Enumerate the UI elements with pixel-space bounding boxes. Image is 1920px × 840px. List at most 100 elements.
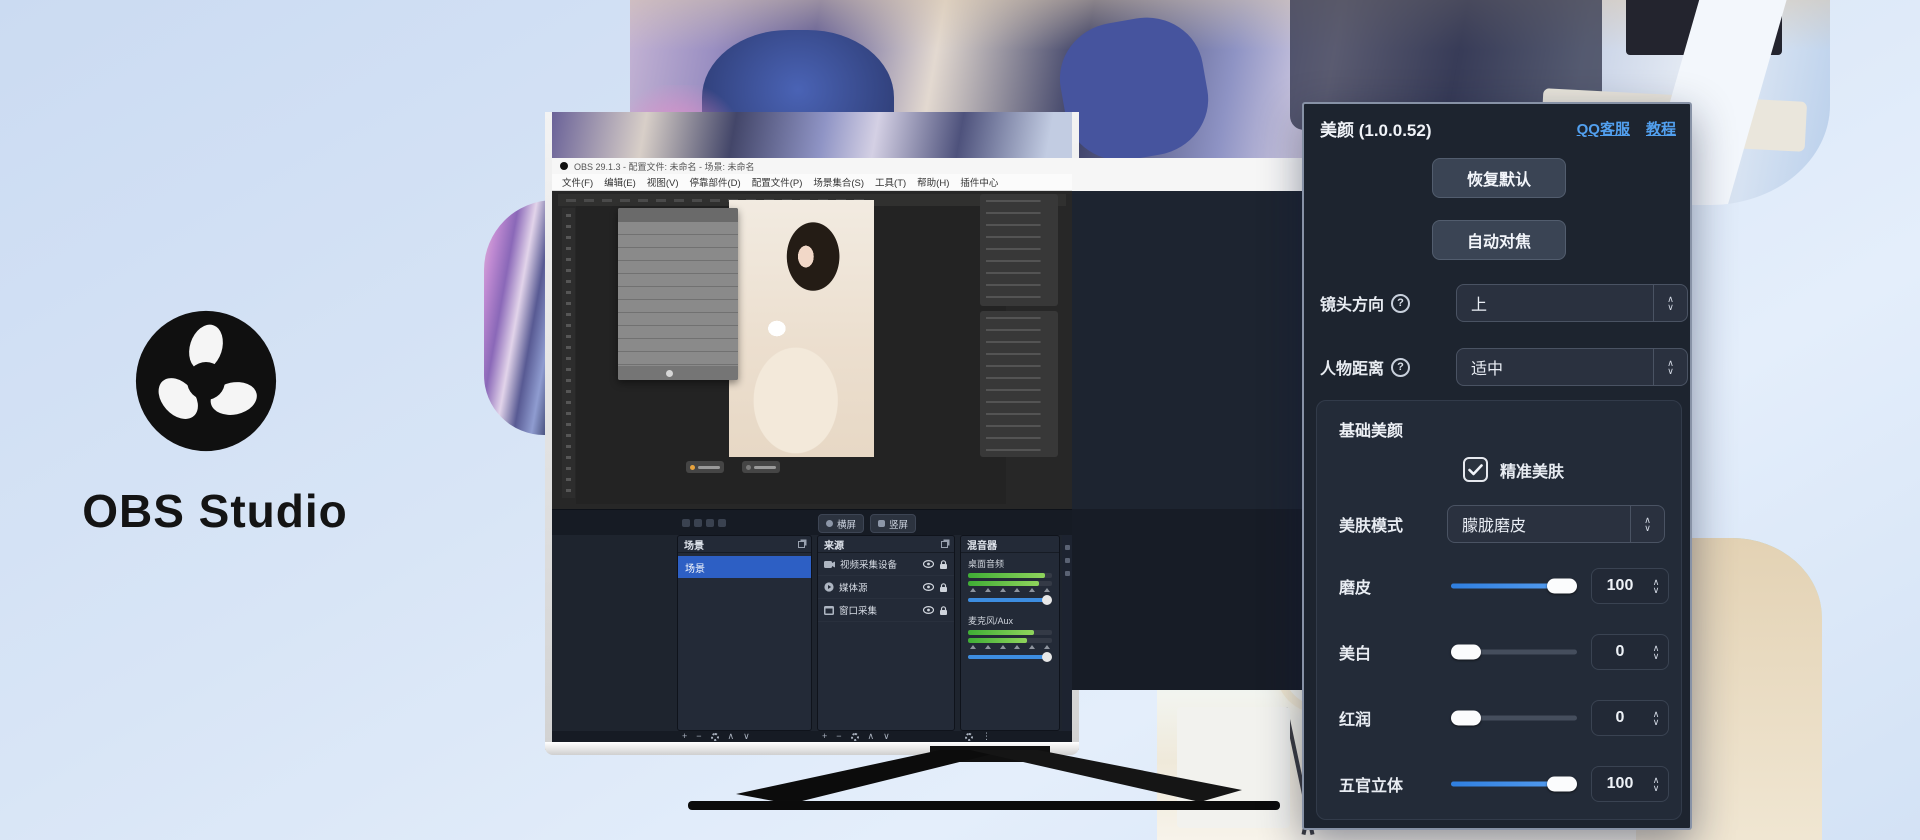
smoothing-slider[interactable] bbox=[1451, 584, 1577, 589]
canvas-tab[interactable] bbox=[742, 461, 780, 473]
move-up-icon[interactable]: ∧ bbox=[868, 731, 875, 742]
tab-landscape[interactable]: 横屏 bbox=[818, 514, 864, 533]
face-definition-slider[interactable] bbox=[1451, 782, 1577, 787]
source-row[interactable]: 媒体源 bbox=[818, 576, 954, 599]
panel-header bbox=[618, 208, 738, 222]
slider-handle[interactable] bbox=[1451, 645, 1481, 660]
obs-bottom-toolbar: + − ∧ ∨ + − ∧ ∨ ⋮ bbox=[552, 731, 1072, 742]
scene-item-selected[interactable]: 场景 bbox=[678, 556, 811, 578]
help-icon[interactable]: ? bbox=[1391, 294, 1410, 313]
dock-icon[interactable] bbox=[706, 519, 714, 527]
scenes-header: 场景 bbox=[678, 536, 811, 553]
help-icon[interactable]: ? bbox=[1391, 358, 1410, 377]
spinner-down-icon[interactable]: ∨ bbox=[1653, 718, 1660, 726]
skin-mode-select[interactable]: 朦胧磨皮 ∧ ∨ bbox=[1447, 505, 1665, 543]
spinner-down-icon[interactable]: ∨ bbox=[1644, 524, 1651, 532]
menu-plugin-center[interactable]: 插件中心 bbox=[960, 175, 998, 189]
lock-icon[interactable] bbox=[939, 606, 948, 615]
spinner-down-icon[interactable]: ∨ bbox=[1653, 652, 1660, 660]
desktop-wallpaper bbox=[552, 112, 1072, 160]
move-up-icon[interactable]: ∧ bbox=[728, 731, 735, 742]
smoothing-spinbox[interactable]: 100 ∧∨ bbox=[1591, 568, 1669, 604]
more-icon[interactable]: ⋮ bbox=[982, 731, 991, 742]
whitening-slider[interactable] bbox=[1451, 650, 1577, 655]
eye-icon[interactable] bbox=[923, 583, 934, 591]
collapsed-dock-strip[interactable] bbox=[1062, 535, 1072, 731]
obs-dock-extension bbox=[1072, 509, 1302, 690]
subject-distance-select[interactable]: 适中 ∧ ∨ bbox=[1456, 348, 1688, 386]
beauty-plugin-panel: 美颜 (1.0.0.52) QQ客服 教程 恢复默认 自动对焦 镜头方向 ? 上… bbox=[1302, 102, 1692, 830]
landscape-icon bbox=[826, 520, 833, 527]
spinner-down-icon[interactable]: ∨ bbox=[1653, 784, 1660, 792]
duplicate-icon[interactable] bbox=[941, 541, 948, 548]
volume-slider[interactable] bbox=[968, 598, 1052, 602]
sources-toolbar: + − ∧ ∨ bbox=[822, 731, 890, 742]
basic-beauty-section: 基础美颜 精准美肤 美肤模式 朦胧磨皮 ∧ ∨ 磨皮 bbox=[1316, 400, 1682, 820]
obs-window-extension bbox=[1072, 158, 1302, 690]
mixer-channel: 麦克风/Aux bbox=[961, 614, 1059, 659]
duplicate-icon[interactable] bbox=[798, 541, 805, 548]
source-row[interactable]: 窗口采集 bbox=[818, 599, 954, 622]
lock-icon[interactable] bbox=[939, 583, 948, 592]
menu-file[interactable]: 文件(F) bbox=[562, 175, 593, 189]
source-row[interactable]: 视频采集设备 bbox=[818, 553, 954, 576]
menu-help[interactable]: 帮助(H) bbox=[917, 175, 949, 189]
menu-scene-collection[interactable]: 场景集合(S) bbox=[813, 175, 864, 189]
menu-profile[interactable]: 配置文件(P) bbox=[752, 175, 803, 189]
slider-handle[interactable] bbox=[1451, 711, 1481, 726]
canvas-tab[interactable] bbox=[686, 461, 724, 473]
qq-support-link[interactable]: QQ客服 bbox=[1577, 118, 1630, 139]
volume-knob[interactable] bbox=[1042, 595, 1052, 605]
obs-titlebar[interactable]: OBS 29.1.3 - 配置文件: 未命名 - 场景: 未命名 bbox=[552, 158, 1072, 174]
spinner-down-icon[interactable]: ∨ bbox=[1667, 303, 1674, 311]
rosy-spinbox[interactable]: 0 ∧∨ bbox=[1591, 700, 1669, 736]
restore-defaults-button[interactable]: 恢复默认 bbox=[1432, 158, 1566, 198]
meter-ticks bbox=[970, 645, 1050, 649]
gear-icon[interactable] bbox=[965, 733, 973, 741]
basic-beauty-title: 基础美颜 bbox=[1339, 417, 1403, 441]
whitening-spinbox[interactable]: 0 ∧∨ bbox=[1591, 634, 1669, 670]
precise-skin-checkbox[interactable] bbox=[1463, 457, 1488, 482]
spinner-down-icon[interactable]: ∨ bbox=[1667, 367, 1674, 375]
volume-slider[interactable] bbox=[968, 655, 1052, 659]
camera-direction-select[interactable]: 上 ∧ ∨ bbox=[1456, 284, 1688, 322]
portrait-photo bbox=[729, 200, 874, 457]
gear-icon[interactable] bbox=[711, 733, 719, 741]
eye-icon[interactable] bbox=[923, 560, 934, 568]
menu-edit[interactable]: 编辑(E) bbox=[604, 175, 636, 189]
rosy-slider[interactable] bbox=[1451, 716, 1577, 721]
face-definition-row: 五官立体 100 ∧∨ bbox=[1317, 765, 1683, 803]
obs-preview-area[interactable] bbox=[552, 191, 1072, 509]
volume-knob[interactable] bbox=[1042, 652, 1052, 662]
dock-icon[interactable] bbox=[682, 519, 690, 527]
face-definition-spinbox[interactable]: 100 ∧∨ bbox=[1591, 766, 1669, 802]
autofocus-button[interactable]: 自动对焦 bbox=[1432, 220, 1566, 260]
tab-portrait[interactable]: 竖屏 bbox=[870, 514, 916, 533]
slider-handle[interactable] bbox=[1547, 579, 1577, 594]
slider-handle[interactable] bbox=[1547, 777, 1577, 792]
smoothing-row: 磨皮 100 ∧∨ bbox=[1317, 567, 1683, 605]
dock-icon[interactable] bbox=[694, 519, 702, 527]
dock-icon[interactable] bbox=[718, 519, 726, 527]
remove-icon[interactable]: − bbox=[696, 731, 701, 742]
move-down-icon[interactable]: ∨ bbox=[883, 731, 890, 742]
mixer-header: 混音器 bbox=[961, 536, 1059, 553]
gear-icon[interactable] bbox=[851, 733, 859, 741]
lock-icon[interactable] bbox=[939, 560, 948, 569]
spinner-down-icon[interactable]: ∨ bbox=[1653, 586, 1660, 594]
remove-icon[interactable]: − bbox=[836, 731, 841, 742]
tutorial-link[interactable]: 教程 bbox=[1646, 118, 1676, 139]
obs-logo bbox=[133, 308, 279, 454]
portrait-icon bbox=[878, 520, 885, 527]
mixer-toolbar: ⋮ bbox=[965, 731, 991, 742]
add-icon[interactable]: + bbox=[822, 731, 827, 742]
menu-view[interactable]: 视图(V) bbox=[647, 175, 679, 189]
monitor-stand bbox=[640, 746, 1320, 821]
move-down-icon[interactable]: ∨ bbox=[743, 731, 750, 742]
obs-titlebar-logo-icon bbox=[560, 162, 568, 170]
menu-docks[interactable]: 停靠部件(D) bbox=[689, 175, 740, 189]
eye-icon[interactable] bbox=[923, 606, 934, 614]
add-icon[interactable]: + bbox=[682, 731, 687, 742]
menu-tools[interactable]: 工具(T) bbox=[875, 175, 906, 189]
photoshop-side-panel bbox=[980, 311, 1058, 457]
